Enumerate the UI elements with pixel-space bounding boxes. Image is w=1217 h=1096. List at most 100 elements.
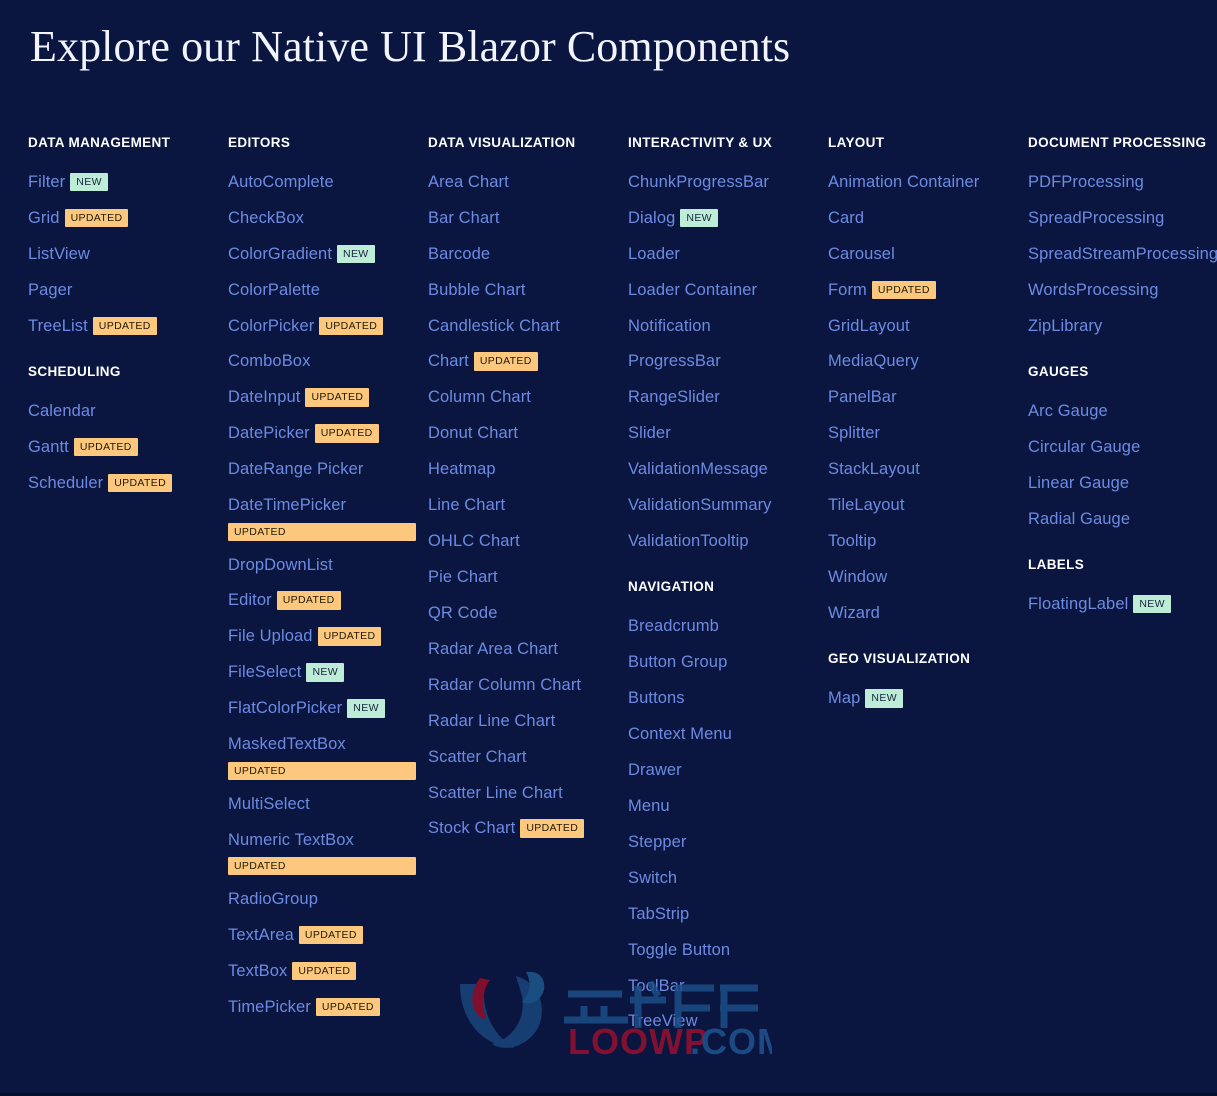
- list-item: ToolBar: [628, 975, 816, 998]
- component-link[interactable]: TextArea: [228, 926, 294, 944]
- component-link[interactable]: Breadcrumb: [628, 617, 719, 635]
- component-link[interactable]: MultiSelect: [228, 795, 310, 813]
- component-link[interactable]: Calendar: [28, 402, 96, 420]
- component-link[interactable]: Circular Gauge: [1028, 438, 1140, 456]
- component-link[interactable]: Context Menu: [628, 725, 732, 743]
- component-link[interactable]: Scheduler: [28, 474, 103, 492]
- component-link[interactable]: CheckBox: [228, 209, 304, 227]
- component-link[interactable]: Bubble Chart: [428, 281, 526, 299]
- component-link[interactable]: PDFProcessing: [1028, 173, 1144, 191]
- component-link[interactable]: ValidationTooltip: [628, 532, 749, 550]
- component-link[interactable]: Button Group: [628, 653, 727, 671]
- component-link[interactable]: TimePicker: [228, 998, 311, 1016]
- component-link[interactable]: Stepper: [628, 833, 687, 851]
- component-link[interactable]: Area Chart: [428, 173, 509, 191]
- component-link[interactable]: Splitter: [828, 424, 880, 442]
- component-link[interactable]: Buttons: [628, 689, 685, 707]
- component-link[interactable]: Wizard: [828, 604, 880, 622]
- component-link[interactable]: Barcode: [428, 245, 490, 263]
- component-link[interactable]: SpreadStreamProcessing: [1028, 245, 1217, 263]
- component-link[interactable]: RangeSlider: [628, 388, 720, 406]
- component-link[interactable]: DateRange Picker: [228, 460, 364, 478]
- component-link[interactable]: Chart: [428, 352, 469, 370]
- component-link[interactable]: MediaQuery: [828, 352, 919, 370]
- component-link[interactable]: Scatter Chart: [428, 748, 527, 766]
- component-link[interactable]: Radar Column Chart: [428, 676, 581, 694]
- component-link[interactable]: Map: [828, 689, 860, 707]
- component-link[interactable]: Card: [828, 209, 864, 227]
- component-link[interactable]: Bar Chart: [428, 209, 500, 227]
- component-link[interactable]: Donut Chart: [428, 424, 518, 442]
- component-link[interactable]: Arc Gauge: [1028, 402, 1108, 420]
- component-link[interactable]: Stock Chart: [428, 819, 515, 837]
- component-link[interactable]: ColorPicker: [228, 317, 314, 335]
- component-link[interactable]: FloatingLabel: [1028, 595, 1128, 613]
- component-link[interactable]: Toggle Button: [628, 941, 730, 959]
- component-link[interactable]: TreeList: [28, 317, 88, 335]
- component-link[interactable]: WordsProcessing: [1028, 281, 1159, 299]
- component-link[interactable]: ColorGradient: [228, 245, 332, 263]
- component-link[interactable]: TreeView: [628, 1012, 698, 1030]
- component-link[interactable]: StackLayout: [828, 460, 920, 478]
- component-link[interactable]: ValidationSummary: [628, 496, 772, 514]
- component-link[interactable]: Dialog: [628, 209, 675, 227]
- component-link[interactable]: Linear Gauge: [1028, 474, 1129, 492]
- component-link[interactable]: File Upload: [228, 627, 313, 645]
- component-link[interactable]: ToolBar: [628, 977, 685, 995]
- list-item: Button Group: [628, 651, 816, 674]
- component-link[interactable]: Candlestick Chart: [428, 317, 560, 335]
- component-link[interactable]: ProgressBar: [628, 352, 721, 370]
- component-link[interactable]: Tooltip: [828, 532, 876, 550]
- component-link[interactable]: MaskedTextBox: [228, 735, 346, 753]
- component-link[interactable]: PanelBar: [828, 388, 897, 406]
- component-link[interactable]: Carousel: [828, 245, 895, 263]
- list-item: Filter NEW: [28, 171, 216, 194]
- component-link[interactable]: RadioGroup: [228, 890, 318, 908]
- component-link[interactable]: Gantt: [28, 438, 69, 456]
- component-link[interactable]: AutoComplete: [228, 173, 334, 191]
- component-link[interactable]: Editor: [228, 591, 272, 609]
- component-link[interactable]: TileLayout: [828, 496, 905, 514]
- component-link[interactable]: Pager: [28, 281, 73, 299]
- component-link[interactable]: DateInput: [228, 388, 300, 406]
- component-link[interactable]: Radial Gauge: [1028, 510, 1130, 528]
- component-link[interactable]: OHLC Chart: [428, 532, 520, 550]
- list-item: Animation Container: [828, 171, 1016, 194]
- component-link[interactable]: ListView: [28, 245, 90, 263]
- component-link[interactable]: Form: [828, 281, 867, 299]
- component-link[interactable]: TabStrip: [628, 905, 689, 923]
- component-link[interactable]: TextBox: [228, 962, 287, 980]
- component-link[interactable]: Slider: [628, 424, 671, 442]
- component-link[interactable]: Loader: [628, 245, 680, 263]
- component-link[interactable]: GridLayout: [828, 317, 910, 335]
- component-link[interactable]: ComboBox: [228, 352, 310, 370]
- component-link[interactable]: Scatter Line Chart: [428, 784, 563, 802]
- component-link[interactable]: Loader Container: [628, 281, 757, 299]
- component-link[interactable]: DateTimePicker: [228, 496, 346, 514]
- component-link[interactable]: FileSelect: [228, 663, 301, 681]
- component-link[interactable]: Drawer: [628, 761, 682, 779]
- component-link[interactable]: SpreadProcessing: [1028, 209, 1164, 227]
- component-link[interactable]: Notification: [628, 317, 711, 335]
- component-link[interactable]: Grid: [28, 209, 60, 227]
- component-link[interactable]: Numeric TextBox: [228, 831, 354, 849]
- component-link[interactable]: DropDownList: [228, 556, 333, 574]
- component-link[interactable]: ZipLibrary: [1028, 317, 1102, 335]
- component-link[interactable]: Line Chart: [428, 496, 505, 514]
- component-link[interactable]: Heatmap: [428, 460, 496, 478]
- component-link[interactable]: ChunkProgressBar: [628, 173, 769, 191]
- component-link[interactable]: Switch: [628, 869, 677, 887]
- component-link[interactable]: Animation Container: [828, 173, 979, 191]
- component-link[interactable]: Column Chart: [428, 388, 531, 406]
- component-link[interactable]: Window: [828, 568, 887, 586]
- component-link[interactable]: Pie Chart: [428, 568, 498, 586]
- component-link[interactable]: ColorPalette: [228, 281, 320, 299]
- component-link[interactable]: DatePicker: [228, 424, 310, 442]
- component-link[interactable]: Radar Area Chart: [428, 640, 558, 658]
- component-link[interactable]: ValidationMessage: [628, 460, 768, 478]
- component-link[interactable]: FlatColorPicker: [228, 699, 342, 717]
- component-link[interactable]: QR Code: [428, 604, 497, 622]
- component-link[interactable]: Filter: [28, 173, 65, 191]
- component-link[interactable]: Radar Line Chart: [428, 712, 555, 730]
- component-link[interactable]: Menu: [628, 797, 670, 815]
